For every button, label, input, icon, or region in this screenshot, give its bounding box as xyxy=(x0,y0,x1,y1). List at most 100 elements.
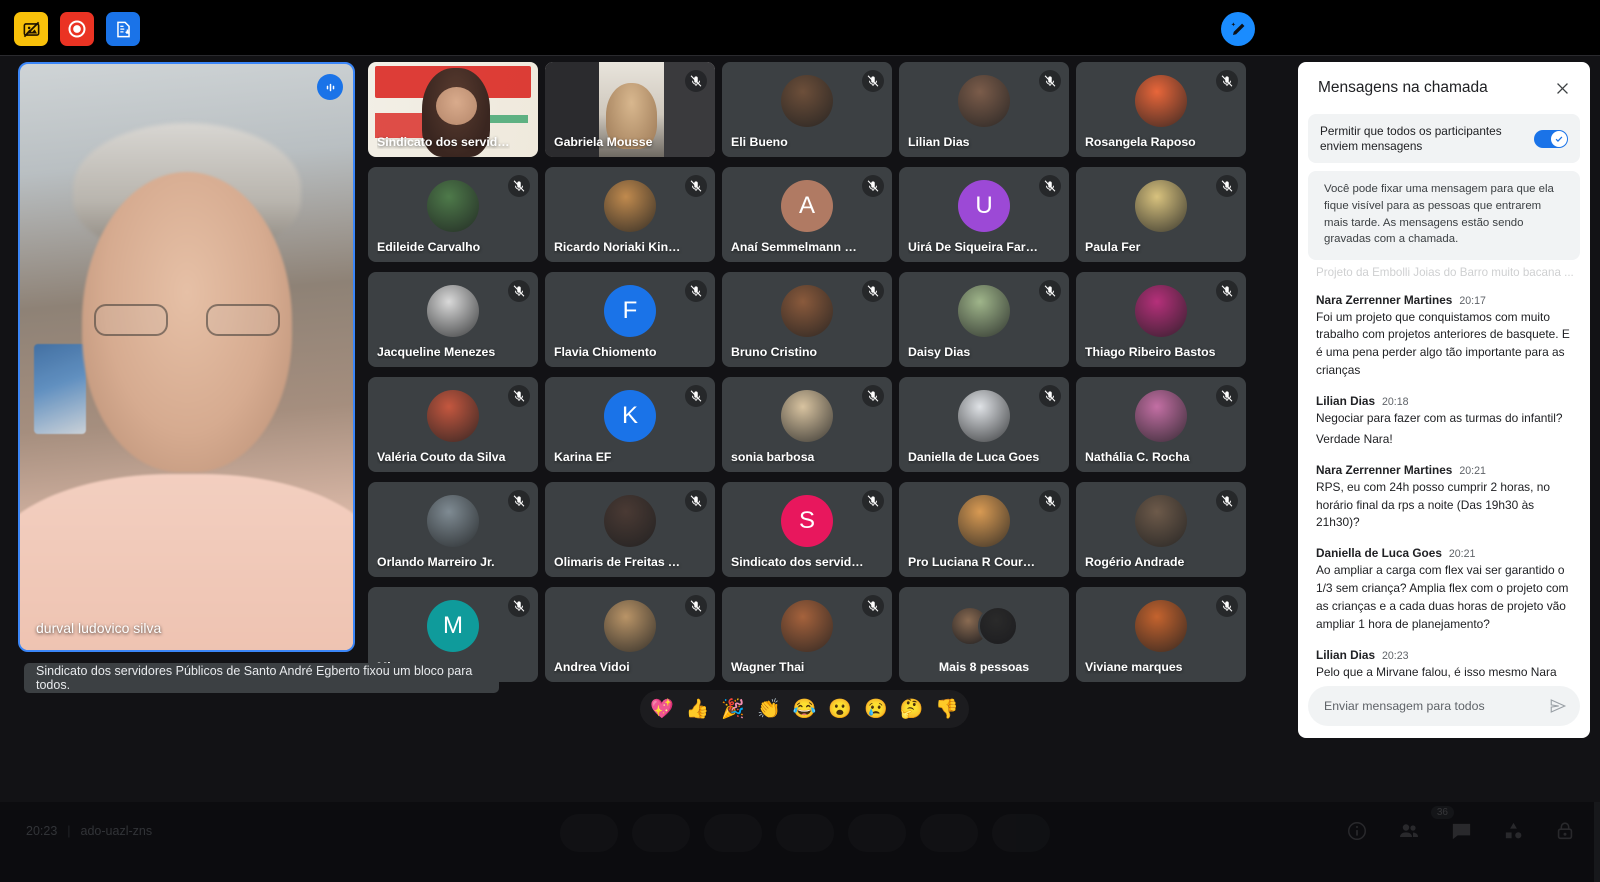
bottom-bar: 20:23 | ado-uazl-zns 36 xyxy=(0,802,1600,882)
participant-tile[interactable]: Wagner Thai xyxy=(722,587,892,682)
participant-name: Andrea Vidoi xyxy=(554,660,630,674)
captions-button[interactable] xyxy=(704,814,762,852)
participant-tile[interactable]: Eli Bueno xyxy=(722,62,892,157)
mic-muted-icon xyxy=(862,70,884,92)
chat-header: Mensagens na chamada xyxy=(1298,62,1590,114)
mic-muted-icon xyxy=(1216,175,1238,197)
mic-muted-icon xyxy=(1216,385,1238,407)
reaction-emoji[interactable]: 😢 xyxy=(864,700,888,719)
avatar: S xyxy=(781,494,833,547)
allow-messages-label: Permitir que todos os participantes envi… xyxy=(1320,124,1502,153)
lock-icon[interactable] xyxy=(1552,818,1578,844)
participant-tile[interactable]: Thiago Ribeiro Bastos xyxy=(1076,272,1246,367)
close-icon[interactable] xyxy=(1548,74,1576,102)
mic-muted-icon xyxy=(1216,280,1238,302)
reaction-emoji[interactable]: 👍 xyxy=(686,700,710,719)
participant-tile[interactable]: Valéria Couto da Silva xyxy=(368,377,538,472)
participant-tile[interactable]: Daniella de Luca Goes xyxy=(899,377,1069,472)
present-button[interactable] xyxy=(848,814,906,852)
participant-tile[interactable]: Gabriela Mousse xyxy=(545,62,715,157)
participant-tile[interactable]: Lilian Dias xyxy=(899,62,1069,157)
reactions-button[interactable] xyxy=(776,814,834,852)
participant-tile[interactable]: Rosangela Raposo xyxy=(1076,62,1246,157)
participant-name: Jacqueline Menezes xyxy=(377,345,496,359)
mic-muted-icon xyxy=(685,490,707,512)
allow-messages-toggle[interactable] xyxy=(1534,129,1568,148)
participant-tile[interactable]: Andrea Vidoi xyxy=(545,587,715,682)
chat-message-body: Verdade Nara! xyxy=(1316,431,1393,446)
image-blocked-icon xyxy=(23,21,39,37)
participant-name: Edileide Carvalho xyxy=(377,240,481,254)
reaction-emoji[interactable]: 😮 xyxy=(828,700,852,719)
info-separator: | xyxy=(67,824,71,838)
participant-tile[interactable]: S Sindicato dos servidore... xyxy=(722,482,892,577)
ai-assist-button[interactable] xyxy=(1221,12,1255,46)
participant-tile[interactable]: Jacqueline Menezes xyxy=(368,272,538,367)
document-download-icon xyxy=(116,21,130,37)
mic-muted-icon xyxy=(685,280,707,302)
chat-message-body: Foi um projeto que conquistamos com muit… xyxy=(1316,309,1570,378)
participant-tile[interactable]: Sindicato dos servidore... xyxy=(368,62,538,157)
participant-tile[interactable]: Paula Fer xyxy=(1076,167,1246,262)
chat-message-body: Ao ampliar a carga com flex vai ser gara… xyxy=(1316,563,1569,631)
avatar xyxy=(958,284,1010,337)
record-extension-button[interactable] xyxy=(60,12,94,46)
participant-tile[interactable]: Rogério Andrade xyxy=(1076,482,1246,577)
reaction-emoji[interactable]: 😂 xyxy=(793,700,817,719)
background-poster xyxy=(34,344,86,434)
participant-name: Pro Luciana R Courbelly xyxy=(908,555,1041,569)
chat-message-list[interactable]: Projeto da Embolli Joias do Barro muito … xyxy=(1298,264,1590,686)
avatar xyxy=(1135,74,1187,127)
camera-button[interactable] xyxy=(632,814,690,852)
people-icon[interactable] xyxy=(1396,818,1422,844)
audio-waveform-icon xyxy=(317,74,343,100)
participant-tile[interactable]: Mais 8 pessoas xyxy=(899,587,1069,682)
screenshot-blocker-extension-button[interactable] xyxy=(14,12,48,46)
participant-name: Lilian Dias xyxy=(908,135,970,149)
participant-tile[interactable]: A Anaí Semmelmann Oelli... xyxy=(722,167,892,262)
chat-compose-box[interactable] xyxy=(1308,686,1580,726)
avatar xyxy=(1135,494,1187,547)
info-icon[interactable] xyxy=(1344,818,1370,844)
participant-tile[interactable]: Nathália C. Rocha xyxy=(1076,377,1246,472)
participant-grid: Sindicato dos servidore... Gabriela Mouss… xyxy=(368,62,1248,682)
chat-message-author: Nara Zerrenner Martines xyxy=(1316,462,1453,477)
chat-message-input[interactable] xyxy=(1324,699,1544,713)
participant-name: Eli Bueno xyxy=(731,135,788,149)
participant-tile[interactable]: Olimaris de Freitas Anto... xyxy=(545,482,715,577)
leave-call-button[interactable] xyxy=(992,814,1050,852)
reaction-emoji[interactable]: 👎 xyxy=(935,700,959,719)
participant-tile[interactable]: Orlando Marreiro Jr. xyxy=(368,482,538,577)
reaction-emoji[interactable]: 👏 xyxy=(757,700,781,719)
more-options-button[interactable] xyxy=(920,814,978,852)
reaction-emoji[interactable]: 🤔 xyxy=(900,700,924,719)
participant-tile[interactable]: Viviane marques xyxy=(1076,587,1246,682)
meeting-time: 20:23 xyxy=(26,824,58,838)
mic-muted-icon xyxy=(508,490,530,512)
reaction-emoji[interactable]: 💖 xyxy=(650,700,674,719)
mic-muted-icon xyxy=(1216,490,1238,512)
avatar: F xyxy=(604,284,656,337)
participant-tile[interactable]: sonia barbosa xyxy=(722,377,892,472)
participant-tile[interactable]: Pro Luciana R Courbelly xyxy=(899,482,1069,577)
mic-button[interactable] xyxy=(560,814,618,852)
chat-icon[interactable] xyxy=(1448,818,1474,844)
reaction-emoji[interactable]: 🎉 xyxy=(721,700,745,719)
self-view-tile[interactable]: durval ludovico silva xyxy=(18,62,355,652)
participant-tile[interactable]: U Uirá De Siqueira Farias xyxy=(899,167,1069,262)
chat-notice: Você pode fixar uma mensagem para que el… xyxy=(1308,171,1580,260)
participant-tile[interactable]: Edileide Carvalho xyxy=(368,167,538,262)
avatar xyxy=(604,599,656,652)
participant-tile[interactable]: Bruno Cristino xyxy=(722,272,892,367)
chat-message-time: 20:23 xyxy=(1382,649,1409,662)
participant-tile[interactable]: K Karina EF xyxy=(545,377,715,472)
participant-tile[interactable]: Ricardo Noriaki Kinoshta xyxy=(545,167,715,262)
avatar: U xyxy=(958,179,1010,232)
participant-name: Thiago Ribeiro Bastos xyxy=(1085,345,1216,359)
participant-tile[interactable]: Daisy Dias xyxy=(899,272,1069,367)
send-icon[interactable] xyxy=(1544,692,1572,720)
participant-tile[interactable]: F Flavia Chiomento xyxy=(545,272,715,367)
activities-icon[interactable] xyxy=(1500,818,1526,844)
transcript-extension-button[interactable] xyxy=(106,12,140,46)
avatar xyxy=(1135,599,1187,652)
